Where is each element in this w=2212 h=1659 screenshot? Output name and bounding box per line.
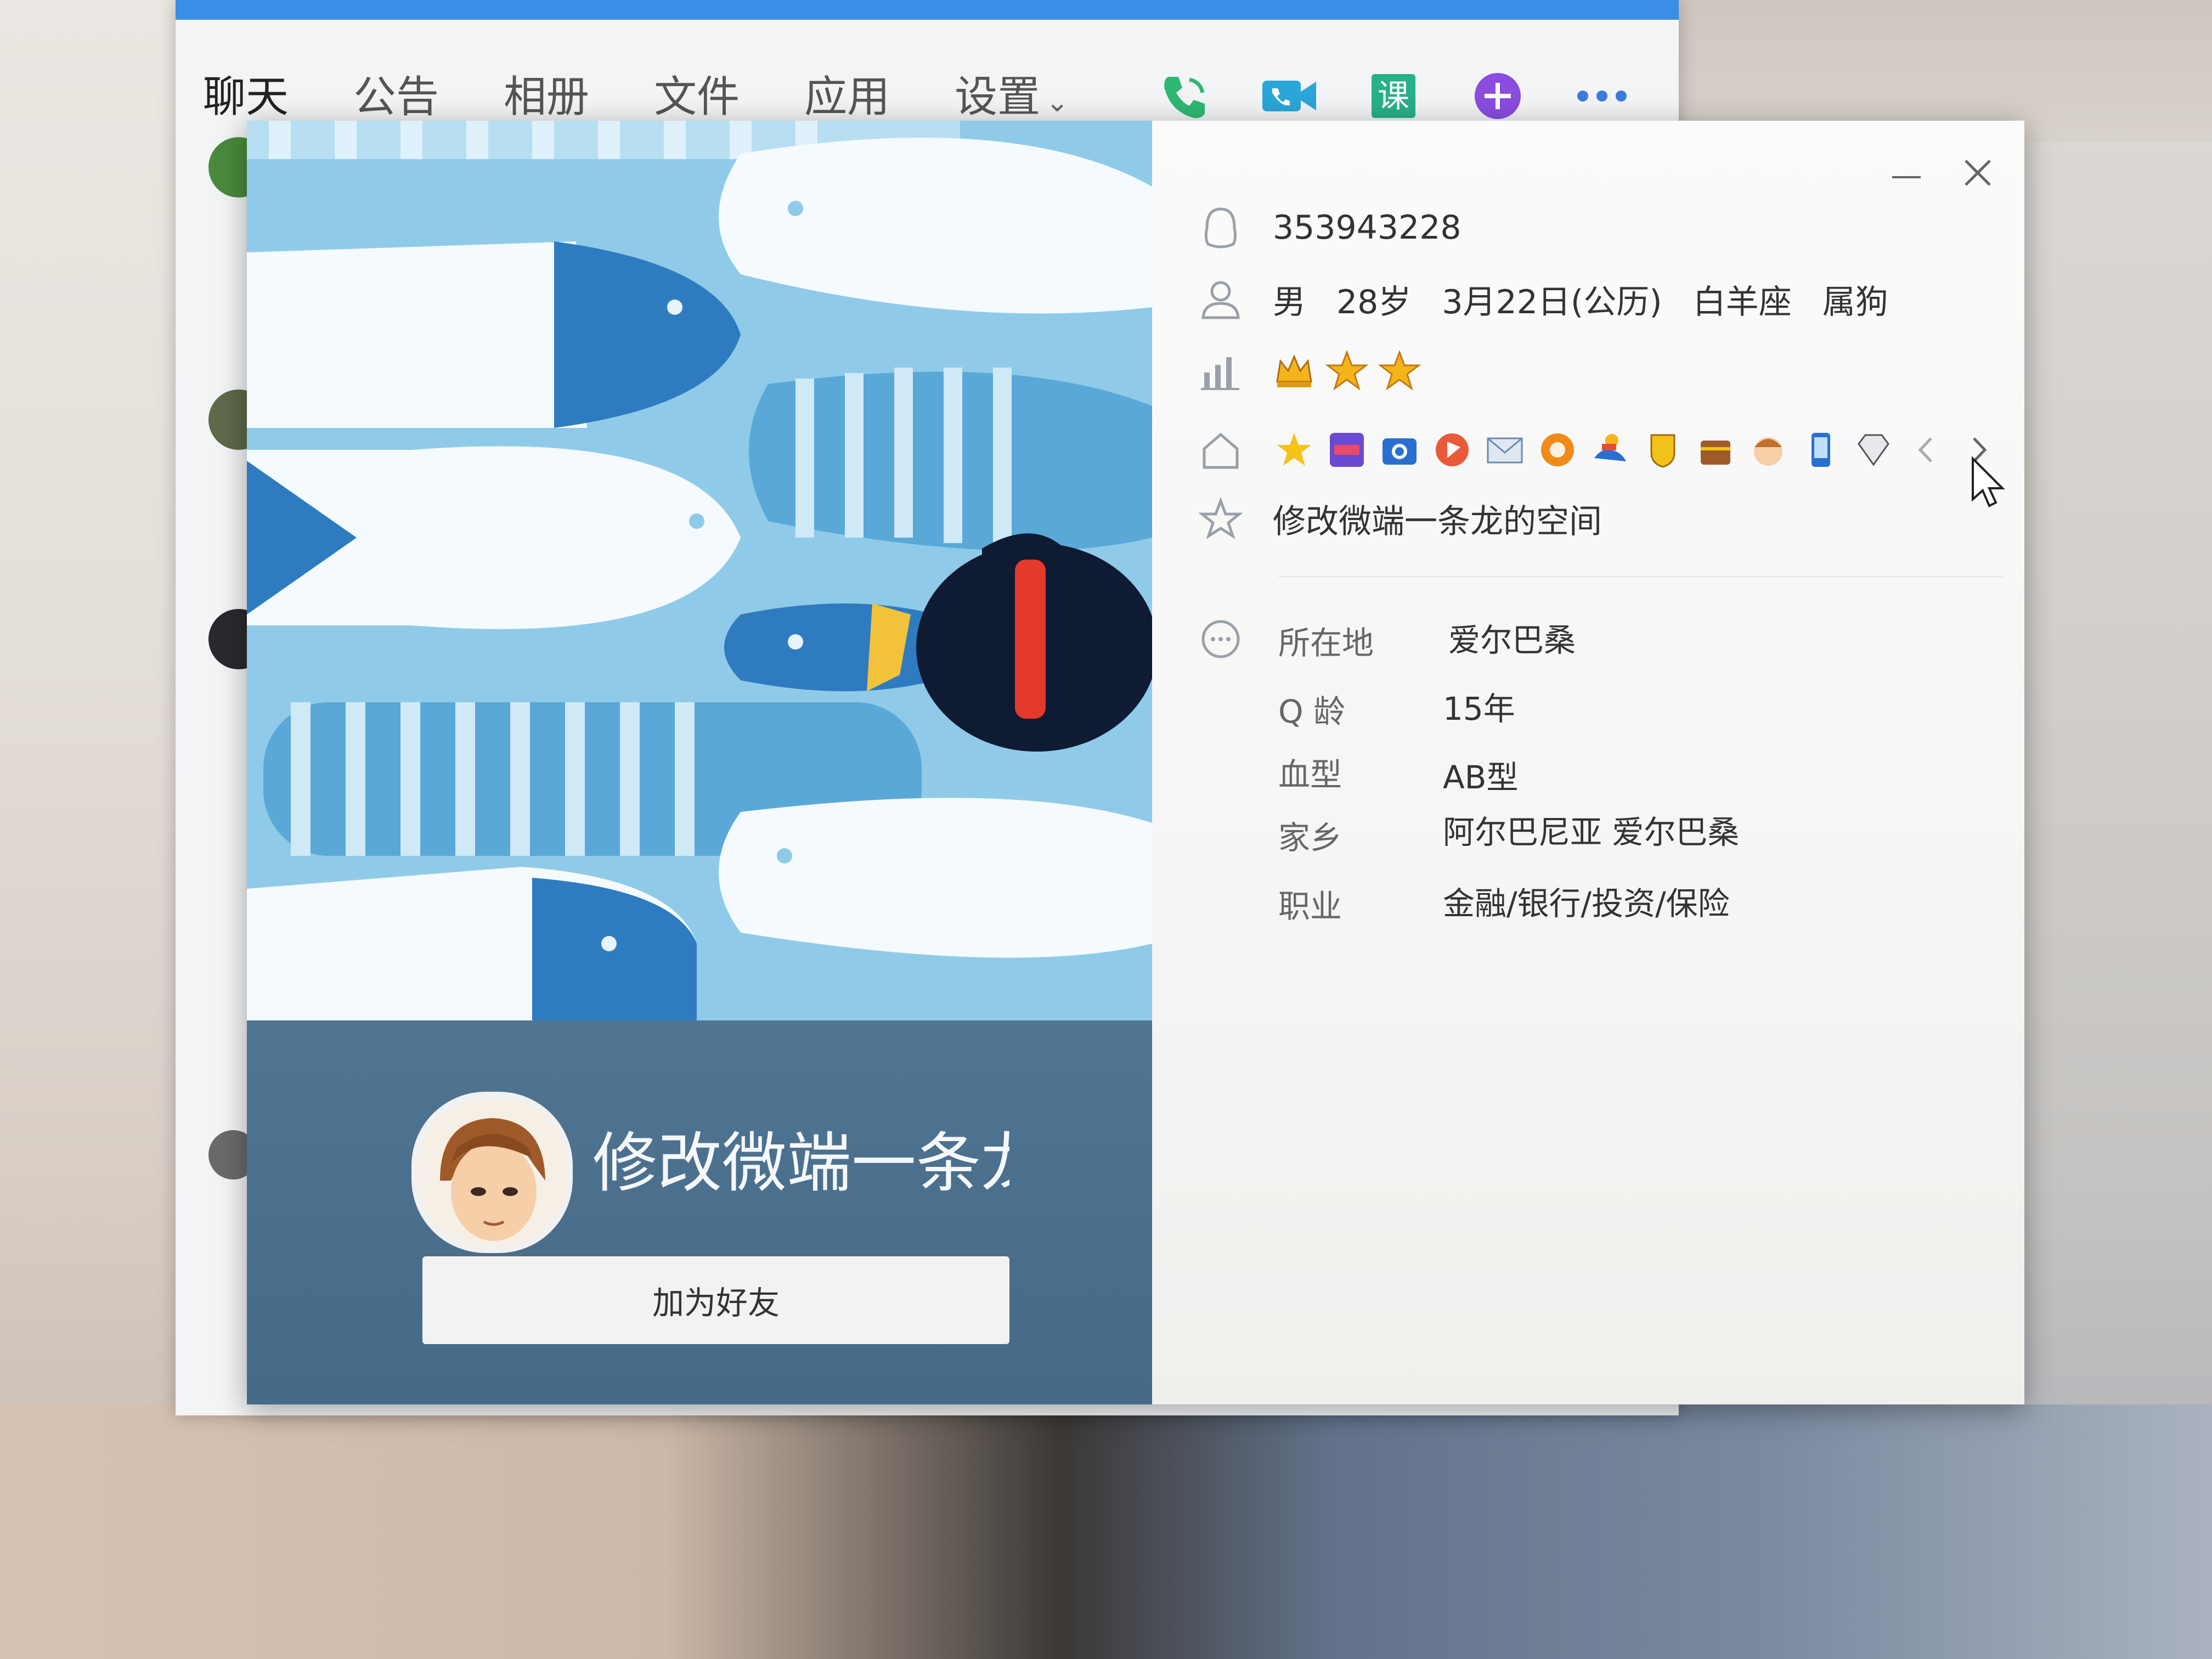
tab-settings[interactable]: 设置 ⌄ bbox=[955, 63, 1069, 124]
home-icon bbox=[1196, 425, 1245, 475]
tab-settings-label: 设置 bbox=[955, 72, 1041, 122]
app-icon[interactable] bbox=[1325, 428, 1368, 471]
face-icon[interactable] bbox=[1747, 428, 1790, 471]
qq-number-row: 353943228 bbox=[1196, 203, 1462, 252]
qzone-link[interactable]: 修改微端一条龙的空间 bbox=[1273, 495, 1602, 543]
occupation-value: 金融/银行/投资/保险 bbox=[1443, 885, 1730, 922]
location-value: 爱尔巴桑 bbox=[1448, 622, 1576, 659]
avatar[interactable] bbox=[411, 1092, 573, 1253]
tab-files[interactable]: 文件 bbox=[654, 63, 740, 124]
tab-apps[interactable]: 应用 bbox=[804, 63, 890, 124]
profile-card-footer bbox=[247, 1020, 1152, 1404]
star-icon[interactable] bbox=[1378, 349, 1421, 392]
chest-icon[interactable] bbox=[1694, 428, 1737, 471]
profile-nickname: 修改微端一条龙 bbox=[592, 1125, 1009, 1201]
more-info-icon bbox=[1196, 614, 1245, 664]
chevron-down-icon: ⌄ bbox=[1046, 86, 1069, 118]
tab-announcement[interactable]: 公告 bbox=[353, 63, 439, 124]
swim-icon[interactable] bbox=[1589, 428, 1632, 471]
minimize-button[interactable] bbox=[1882, 148, 1931, 198]
zodiac: 白羊座 bbox=[1692, 283, 1792, 321]
star-icon[interactable] bbox=[1273, 428, 1316, 471]
hometown-label: 家乡 bbox=[1278, 819, 1342, 856]
blood-type-value: AB型 bbox=[1443, 759, 1519, 796]
lesson-icon-label: 课 bbox=[1378, 77, 1409, 115]
basic-info-row: 男 28岁 3月22日(公历) 白羊座 属狗 bbox=[1196, 274, 1919, 324]
close-icon bbox=[1965, 160, 1991, 186]
occupation-label: 职业 bbox=[1278, 888, 1342, 925]
close-button[interactable] bbox=[1953, 148, 2002, 198]
divider bbox=[1278, 576, 2002, 577]
tab-album[interactable]: 相册 bbox=[504, 63, 589, 124]
crown-icon[interactable] bbox=[1273, 349, 1316, 392]
video-icon[interactable] bbox=[1256, 63, 1322, 129]
blood-type-label: 血型 bbox=[1278, 756, 1342, 793]
chinese-zodiac: 属狗 bbox=[1822, 283, 1888, 321]
profile-cover-image bbox=[247, 121, 1152, 1020]
profile-card-right-panel: 353943228 男 28岁 3月22日(公历) 白羊座 属狗 修改微端一条龙… bbox=[1152, 121, 2024, 1404]
profile-card-left-panel: 修改微端一条龙 加为好友 bbox=[247, 121, 1152, 1404]
qzone-row[interactable]: 修改微端一条龙的空间 bbox=[1196, 494, 1602, 543]
level-chart-icon bbox=[1196, 346, 1245, 395]
photo-background-bottom bbox=[0, 1404, 2212, 1659]
diamond-icon[interactable] bbox=[1852, 428, 1895, 471]
profile-card: 修改微端一条龙 加为好友 353943228 男 28岁 3月22日(公历) 白… bbox=[247, 121, 2024, 1404]
person-icon bbox=[1196, 274, 1245, 324]
mail-icon[interactable] bbox=[1483, 428, 1526, 471]
star-outline-icon bbox=[1196, 494, 1245, 543]
chat-window-titlebar bbox=[176, 0, 1679, 20]
lesson-icon[interactable]: 课 bbox=[1361, 63, 1426, 129]
qq-number: 353943228 bbox=[1273, 208, 1462, 247]
location-label: 所在地 bbox=[1278, 624, 1374, 662]
game-icon[interactable] bbox=[1536, 428, 1579, 471]
chevron-left-icon[interactable] bbox=[1905, 428, 1948, 471]
add-friend-button[interactable]: 加为好友 bbox=[422, 1256, 1009, 1344]
add-icon[interactable] bbox=[1465, 63, 1531, 129]
shield-icon[interactable] bbox=[1641, 428, 1684, 471]
mouse-cursor-icon bbox=[1970, 455, 2008, 512]
star-icon[interactable] bbox=[1325, 349, 1368, 392]
minimize-icon bbox=[1892, 176, 1921, 178]
gender: 男 bbox=[1273, 283, 1306, 321]
phone-icon[interactable] bbox=[1799, 428, 1842, 471]
level-row bbox=[1196, 346, 1431, 395]
chat-tab-bar: 聊天 公告 相册 文件 应用 设置 ⌄ bbox=[203, 55, 1133, 132]
q-age-value: 15年 bbox=[1443, 690, 1515, 727]
services-row bbox=[1196, 425, 2010, 475]
hometown-value: 阿尔巴尼亚 爱尔巴桑 bbox=[1443, 814, 1740, 851]
qq-penguin-icon bbox=[1196, 203, 1245, 252]
phone-icon[interactable] bbox=[1152, 63, 1218, 129]
camera-icon[interactable] bbox=[1378, 428, 1421, 471]
age: 28岁 bbox=[1336, 283, 1412, 321]
q-age-label: Q 龄 bbox=[1278, 693, 1346, 730]
tab-chat[interactable]: 聊天 bbox=[203, 63, 289, 124]
birthday: 3月22日(公历) bbox=[1442, 283, 1662, 321]
more-icon[interactable] bbox=[1569, 63, 1635, 129]
music-icon[interactable] bbox=[1431, 428, 1474, 471]
